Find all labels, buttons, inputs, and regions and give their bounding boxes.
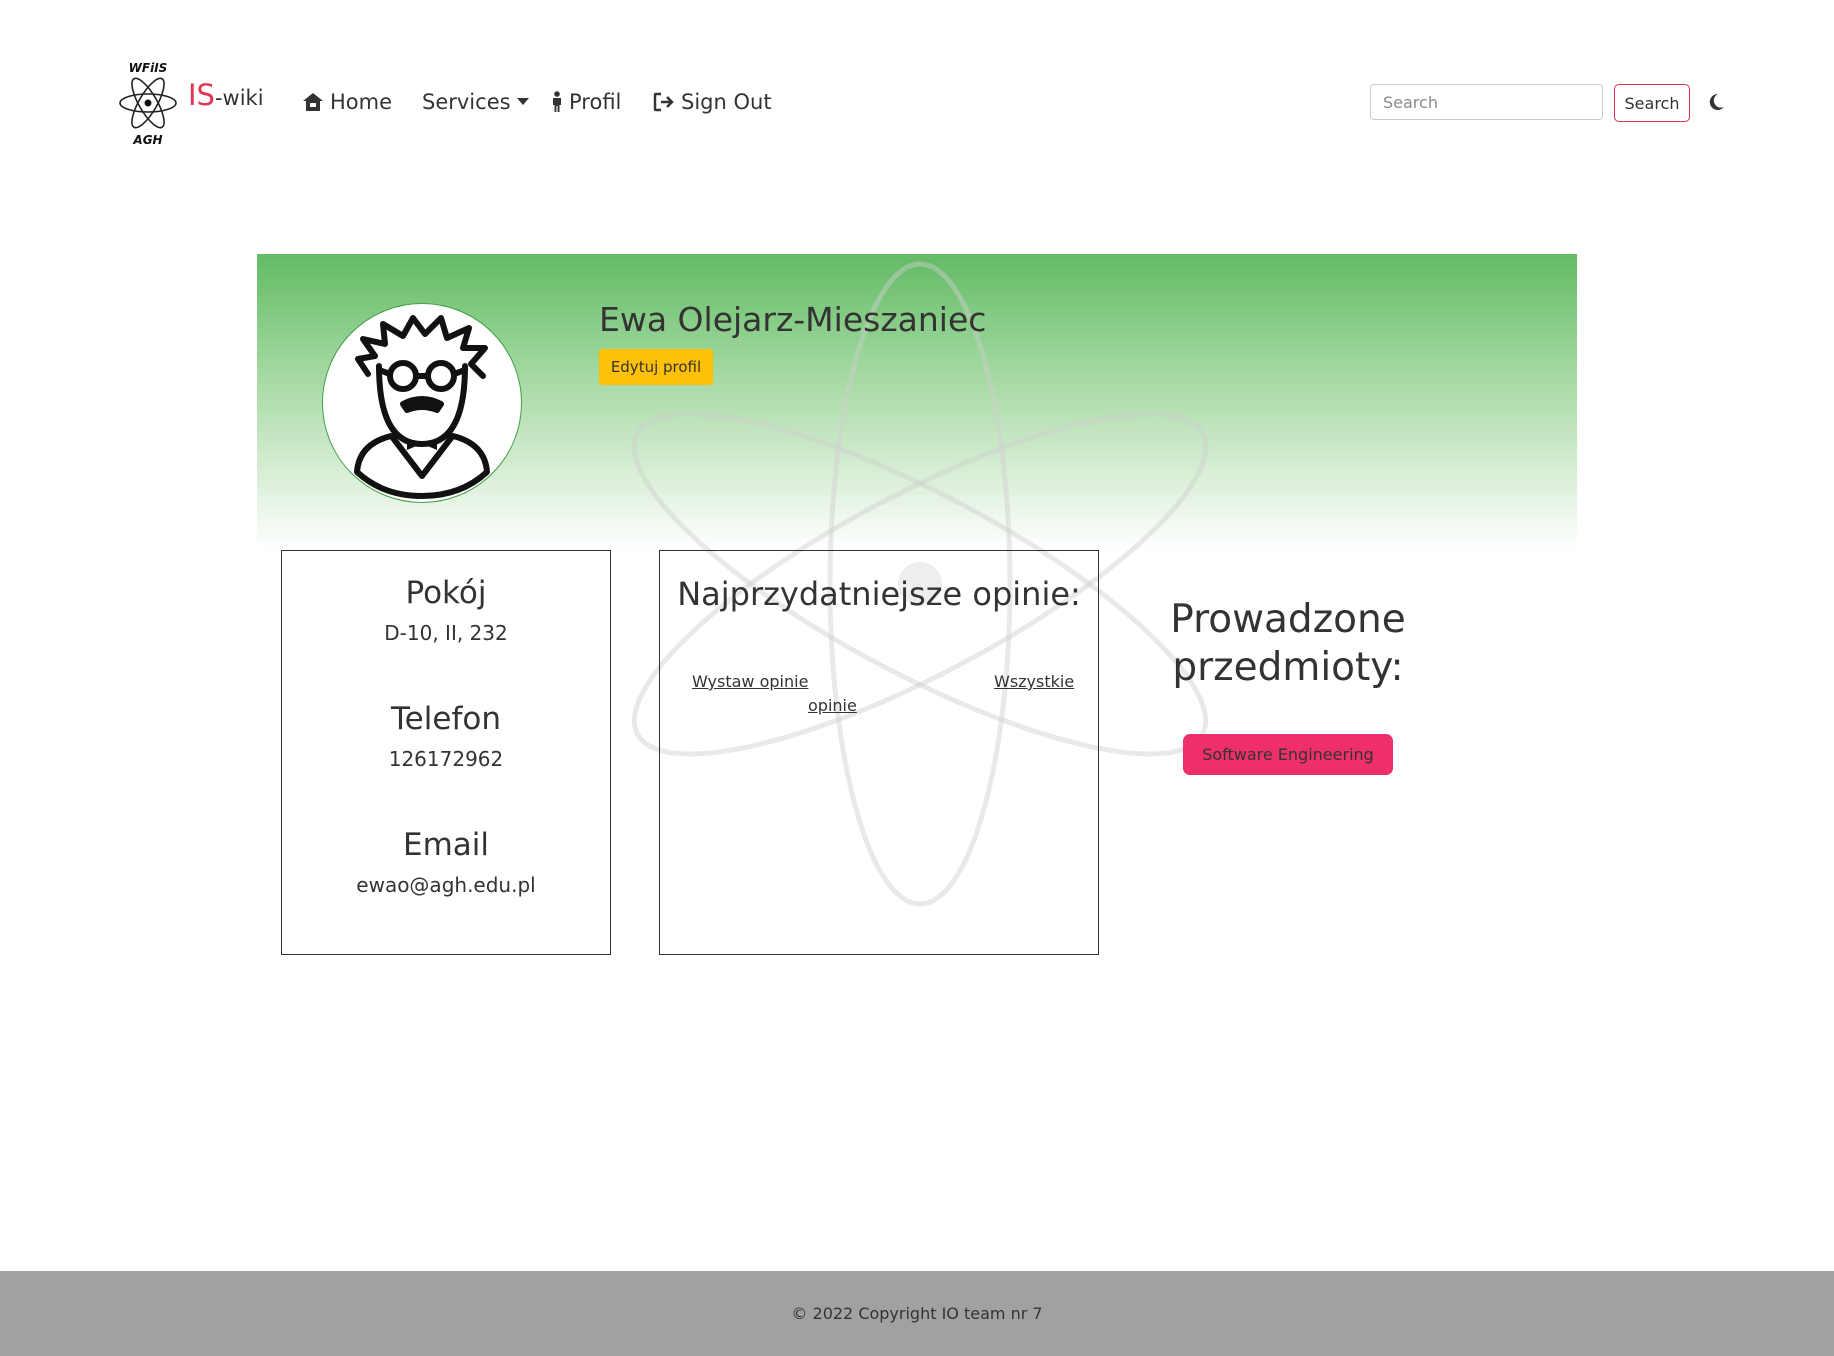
nav-services-label: Services [422, 90, 511, 114]
nav-home[interactable]: Home [302, 90, 392, 114]
footer: © 2022 Copyright IO team nr 7 [0, 1271, 1834, 1356]
caret-down-icon [516, 98, 529, 105]
profile-name: Ewa Olejarz-Mieszaniec [599, 300, 987, 339]
scientist-avatar-icon [354, 315, 490, 499]
logo-top-text: WFiIS [129, 61, 168, 75]
sign-out-icon [653, 92, 674, 112]
moon-icon[interactable] [1709, 93, 1725, 111]
brand-wiki: -wiki [214, 86, 264, 110]
email-label: Email [402, 827, 489, 863]
edit-profile-button[interactable]: Edytuj profil [599, 349, 713, 385]
room-value: D-10, II, 232 [384, 621, 508, 645]
room-section: Pokój D-10, II, 232 [282, 575, 610, 645]
person-icon [553, 91, 561, 112]
footer-copyright: © 2022 Copyright IO team nr 7 [791, 1304, 1043, 1323]
all-opinions-link-continued[interactable]: opinie [808, 696, 857, 715]
nav-profil[interactable]: Profil [551, 90, 621, 114]
brand-title[interactable]: IS-wiki [188, 78, 264, 112]
search-button[interactable]: Search [1614, 84, 1690, 122]
brand-is: IS [188, 78, 215, 112]
nav-sign-out[interactable]: Sign Out [653, 90, 772, 114]
room-label: Pokój [405, 575, 487, 611]
nav-home-label: Home [330, 90, 393, 114]
nav-services-dropdown[interactable]: Services [422, 90, 529, 114]
opinions-title: Najprzydatniejsze opinie: [677, 575, 1081, 613]
home-icon [303, 93, 323, 111]
profile-avatar [322, 303, 522, 503]
logo-bottom-text: AGH [132, 133, 162, 147]
navbar: WFiIS AGH IS-wiki Home Services Profil S… [0, 0, 1834, 205]
course-button[interactable]: Software Engineering [1183, 734, 1393, 775]
phone-section: Telefon 126172962 [282, 701, 610, 771]
add-opinion-link[interactable]: Wystaw opinie [692, 672, 808, 691]
email-section: Email ewao@agh.edu.pl [282, 827, 610, 897]
nav-sign-out-label: Sign Out [681, 90, 772, 114]
courses-title: Prowadzone przedmioty: [1170, 597, 1406, 690]
nav-profil-label: Profil [569, 90, 622, 114]
contact-info-card: Pokój D-10, II, 232 Telefon 126172962 Em… [281, 550, 611, 955]
wfiis-agh-logo[interactable]: WFiIS AGH [116, 58, 180, 148]
top-opinions-card: Najprzydatniejsze opinie: Wystaw opinie … [659, 550, 1099, 955]
email-value: ewao@agh.edu.pl [356, 873, 536, 897]
phone-value: 126172962 [388, 747, 504, 771]
search-input[interactable] [1370, 84, 1603, 120]
phone-label: Telefon [391, 701, 501, 737]
all-opinions-link[interactable]: Wszystkie [994, 672, 1074, 691]
